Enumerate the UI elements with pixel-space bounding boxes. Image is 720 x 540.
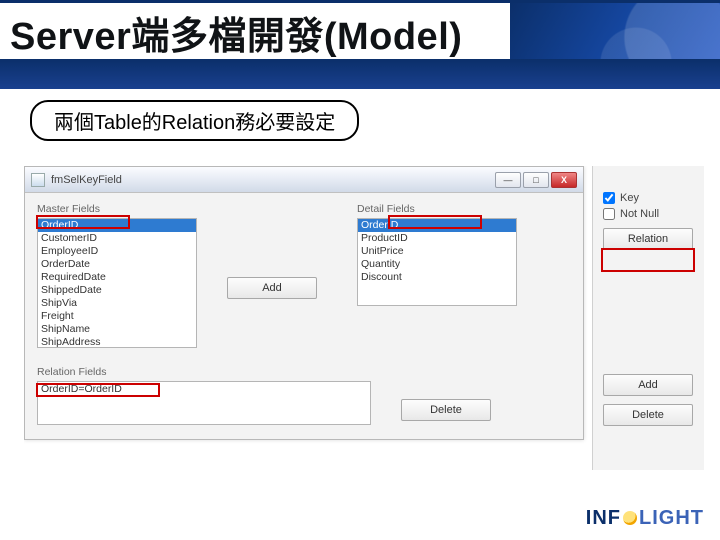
notnull-label: Not Null <box>620 208 659 220</box>
window-minimize-button[interactable]: — <box>495 172 521 188</box>
list-item[interactable]: ShipName <box>38 323 196 336</box>
master-fields-column: Master Fields OrderIDCustomerIDEmployeeI… <box>37 203 197 348</box>
list-item[interactable]: ProductID <box>358 232 516 245</box>
list-item[interactable]: Quantity <box>358 258 516 271</box>
notnull-checkbox[interactable] <box>603 208 615 220</box>
window-maximize-button[interactable]: □ <box>523 172 549 188</box>
list-item[interactable]: RequiredDate <box>38 271 196 284</box>
field-properties-panel: Key Not Null Relation Add Delete <box>592 166 704 470</box>
dialog-icon <box>31 173 45 187</box>
dialog-region: fmSelKeyField — □ X Master Fields OrderI… <box>24 166 704 470</box>
key-label: Key <box>620 192 639 204</box>
dialog-body: Master Fields OrderIDCustomerIDEmployeeI… <box>25 193 583 439</box>
list-item[interactable]: ShippedDate <box>38 284 196 297</box>
window-close-button[interactable]: X <box>551 172 577 188</box>
list-item[interactable]: Freight <box>38 310 196 323</box>
delete-button[interactable]: Delete <box>401 399 491 421</box>
side-delete-button[interactable]: Delete <box>603 404 693 426</box>
key-checkbox[interactable] <box>603 192 615 204</box>
list-item[interactable]: ShipVia <box>38 297 196 310</box>
relation-fields-label: Relation Fields <box>37 366 371 378</box>
relation-value: OrderID=OrderID <box>41 383 367 396</box>
bulb-icon <box>623 511 637 525</box>
add-button[interactable]: Add <box>227 277 317 299</box>
master-fields-listbox[interactable]: OrderIDCustomerIDEmployeeIDOrderDateRequ… <box>37 218 197 348</box>
list-item[interactable]: OrderDate <box>38 258 196 271</box>
master-fields-label: Master Fields <box>37 203 197 215</box>
list-item[interactable]: Discount <box>358 271 516 284</box>
infolight-logo: INF LIGHT <box>586 507 704 530</box>
logo-right: LIGHT <box>639 507 704 530</box>
middle-button-column: Add <box>227 203 327 303</box>
list-item[interactable]: EmployeeID <box>38 245 196 258</box>
relation-button[interactable]: Relation <box>603 228 693 250</box>
logo-left: INF <box>586 507 621 530</box>
list-item[interactable]: OrderID <box>358 219 516 232</box>
list-item[interactable]: ShipAddress <box>38 336 196 348</box>
list-item[interactable]: OrderID <box>38 219 196 232</box>
side-add-button[interactable]: Add <box>603 374 693 396</box>
key-checkbox-row[interactable]: Key <box>603 192 704 204</box>
list-item[interactable]: UnitPrice <box>358 245 516 258</box>
relation-fields-listbox[interactable]: OrderID=OrderID <box>37 381 371 425</box>
detail-fields-column: Detail Fields OrderIDProductIDUnitPriceQ… <box>357 203 517 306</box>
relation-dialog: fmSelKeyField — □ X Master Fields OrderI… <box>24 166 584 440</box>
dialog-title: fmSelKeyField <box>51 174 495 186</box>
page-banner: Server端多檔開發(Model) <box>0 0 720 86</box>
dialog-titlebar: fmSelKeyField — □ X <box>25 167 583 193</box>
page-title: Server端多檔開發(Model) <box>10 5 462 60</box>
detail-fields-listbox[interactable]: OrderIDProductIDUnitPriceQuantityDiscoun… <box>357 218 517 306</box>
list-item[interactable]: CustomerID <box>38 232 196 245</box>
subtitle-pill: 兩個Table的Relation務必要設定 <box>30 100 359 141</box>
notnull-checkbox-row[interactable]: Not Null <box>603 208 704 220</box>
banner-underline <box>0 59 720 89</box>
subtitle-row: 兩個Table的Relation務必要設定 <box>30 100 720 141</box>
detail-fields-label: Detail Fields <box>357 203 517 215</box>
